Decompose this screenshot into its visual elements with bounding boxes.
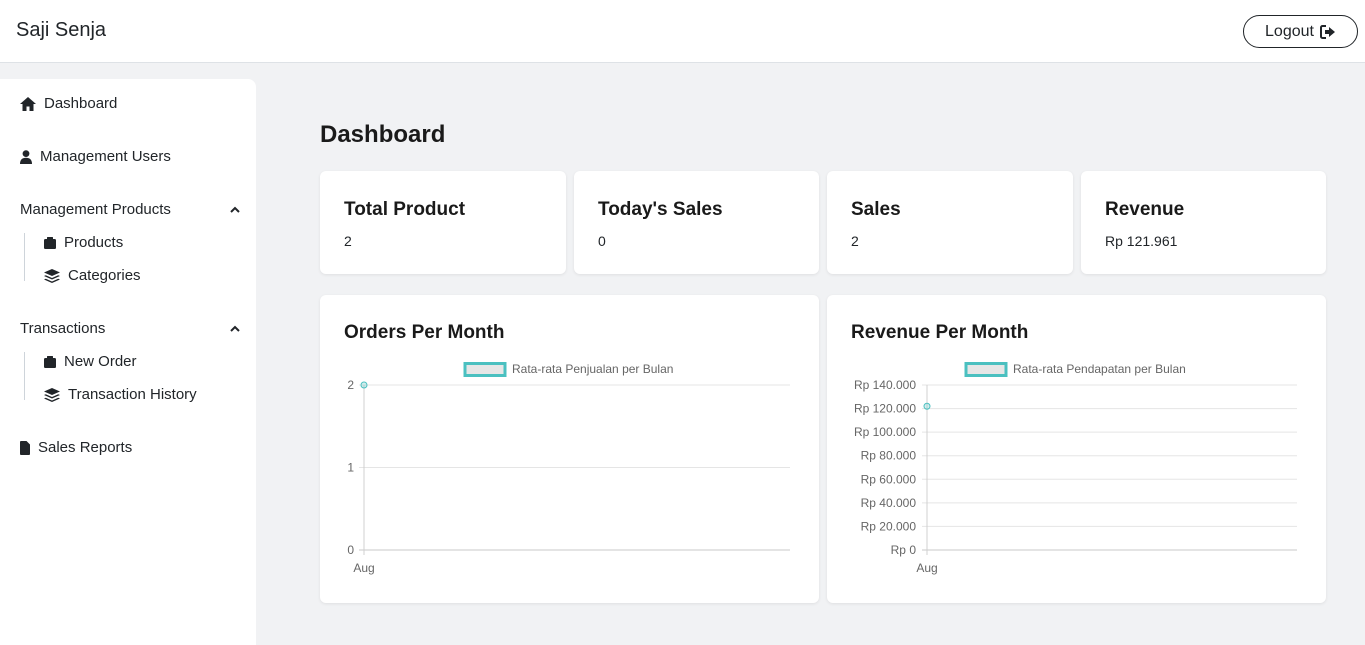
y-tick-label: Rp 0	[891, 543, 917, 557]
layers-icon	[44, 268, 60, 283]
file-icon	[20, 440, 30, 455]
x-tick-label: Aug	[916, 561, 937, 575]
sidebar-item-dashboard[interactable]: Dashboard	[20, 95, 117, 112]
sidebar-group-label: Management Products	[20, 201, 171, 218]
chevron-up-icon	[230, 325, 240, 332]
stat-value: 2	[344, 233, 352, 249]
stat-title: Today's Sales	[598, 199, 723, 220]
logout-label: Logout	[1265, 22, 1314, 40]
sidebar-item-label: Dashboard	[44, 95, 118, 112]
data-point	[360, 381, 368, 389]
x-tick-label: Aug	[353, 561, 374, 575]
stat-title: Revenue	[1105, 199, 1185, 220]
sidebar-item-label: Categories	[68, 267, 141, 284]
chevron-up-icon	[230, 206, 240, 213]
y-tick-label: Rp 80.000	[861, 449, 917, 463]
sidebar-item-label: Sales Reports	[38, 439, 133, 456]
top-navbar: Saji Senja Logout	[0, 0, 1365, 63]
home-icon	[20, 96, 36, 111]
y-tick-label: Rp 140.000	[854, 378, 916, 392]
legend-label: Rata-rata Penjualan per Bulan	[512, 362, 673, 376]
layers-icon	[44, 387, 60, 402]
sidebar-item-categories[interactable]: Categories	[44, 267, 141, 284]
y-tick-label: Rp 20.000	[861, 519, 917, 533]
user-icon	[20, 149, 32, 164]
logout-button[interactable]: Logout	[1243, 15, 1358, 48]
y-tick-label: Rp 40.000	[861, 496, 917, 510]
y-tick-label: 0	[347, 543, 354, 557]
sidebar: Dashboard Management Users Management Pr…	[0, 79, 256, 645]
stat-card-todays-sales: Today's Sales 0	[574, 171, 819, 274]
box-icon	[44, 355, 56, 368]
sidebar-group-transactions[interactable]: Transactions	[20, 320, 240, 337]
sidebar-item-label: Management Users	[40, 148, 171, 165]
stat-card-total-product: Total Product 2	[320, 171, 566, 274]
stat-title: Total Product	[344, 199, 466, 220]
revenue-per-month-chart: Rp 0 Rp 20.000 Rp 40.000 Rp 60.000 Rp 80.000…	[854, 362, 1297, 575]
orders-per-month-chart: 0 1 2 Aug Rata-rata Penjualan per Bulan	[347, 362, 790, 575]
stat-value: 2	[851, 233, 859, 249]
sidebar-item-new-order[interactable]: New Order	[44, 353, 137, 370]
submenu-divider	[24, 352, 25, 400]
brand-title: Saji Senja	[16, 19, 107, 41]
data-point	[923, 402, 931, 410]
page-title: Dashboard	[320, 121, 446, 148]
stat-title: Sales	[851, 199, 901, 220]
y-tick-label: 2	[347, 378, 354, 392]
y-tick-label: Rp 60.000	[861, 472, 917, 486]
stat-card-revenue: Revenue Rp 121.961	[1081, 171, 1326, 274]
y-tick-label: Rp 120.000	[854, 402, 916, 416]
sidebar-item-sales-reports[interactable]: Sales Reports	[20, 439, 132, 456]
sidebar-item-users[interactable]: Management Users	[20, 148, 171, 165]
legend-label: Rata-rata Pendapatan per Bulan	[1013, 362, 1186, 376]
sidebar-group-label: Transactions	[20, 320, 106, 337]
submenu-divider	[24, 233, 25, 281]
stat-value: Rp 121.961	[1105, 233, 1178, 249]
sidebar-item-label: Products	[64, 234, 124, 251]
sidebar-item-products[interactable]: Products	[44, 234, 123, 251]
stat-value: 0	[598, 233, 606, 249]
revenue-chart-card: Revenue Per Month Rp 0 Rp 20.000 Rp 40.000…	[827, 295, 1326, 603]
legend-swatch	[964, 362, 1008, 377]
orders-chart-card: Orders Per Month 0 1 2 Aug Rata-rata Penjual…	[320, 295, 819, 603]
y-tick-label: 1	[347, 461, 354, 475]
sidebar-item-transaction-history[interactable]: Transaction History	[44, 386, 197, 403]
sign-out-icon	[1319, 24, 1335, 39]
box-icon	[44, 236, 56, 249]
sidebar-group-products[interactable]: Management Products	[20, 201, 240, 218]
legend-swatch	[463, 362, 507, 377]
sidebar-item-label: Transaction History	[68, 386, 197, 403]
y-tick-label: Rp 100.000	[854, 425, 916, 439]
sidebar-item-label: New Order	[64, 353, 137, 370]
stat-card-sales: Sales 2	[827, 171, 1073, 274]
